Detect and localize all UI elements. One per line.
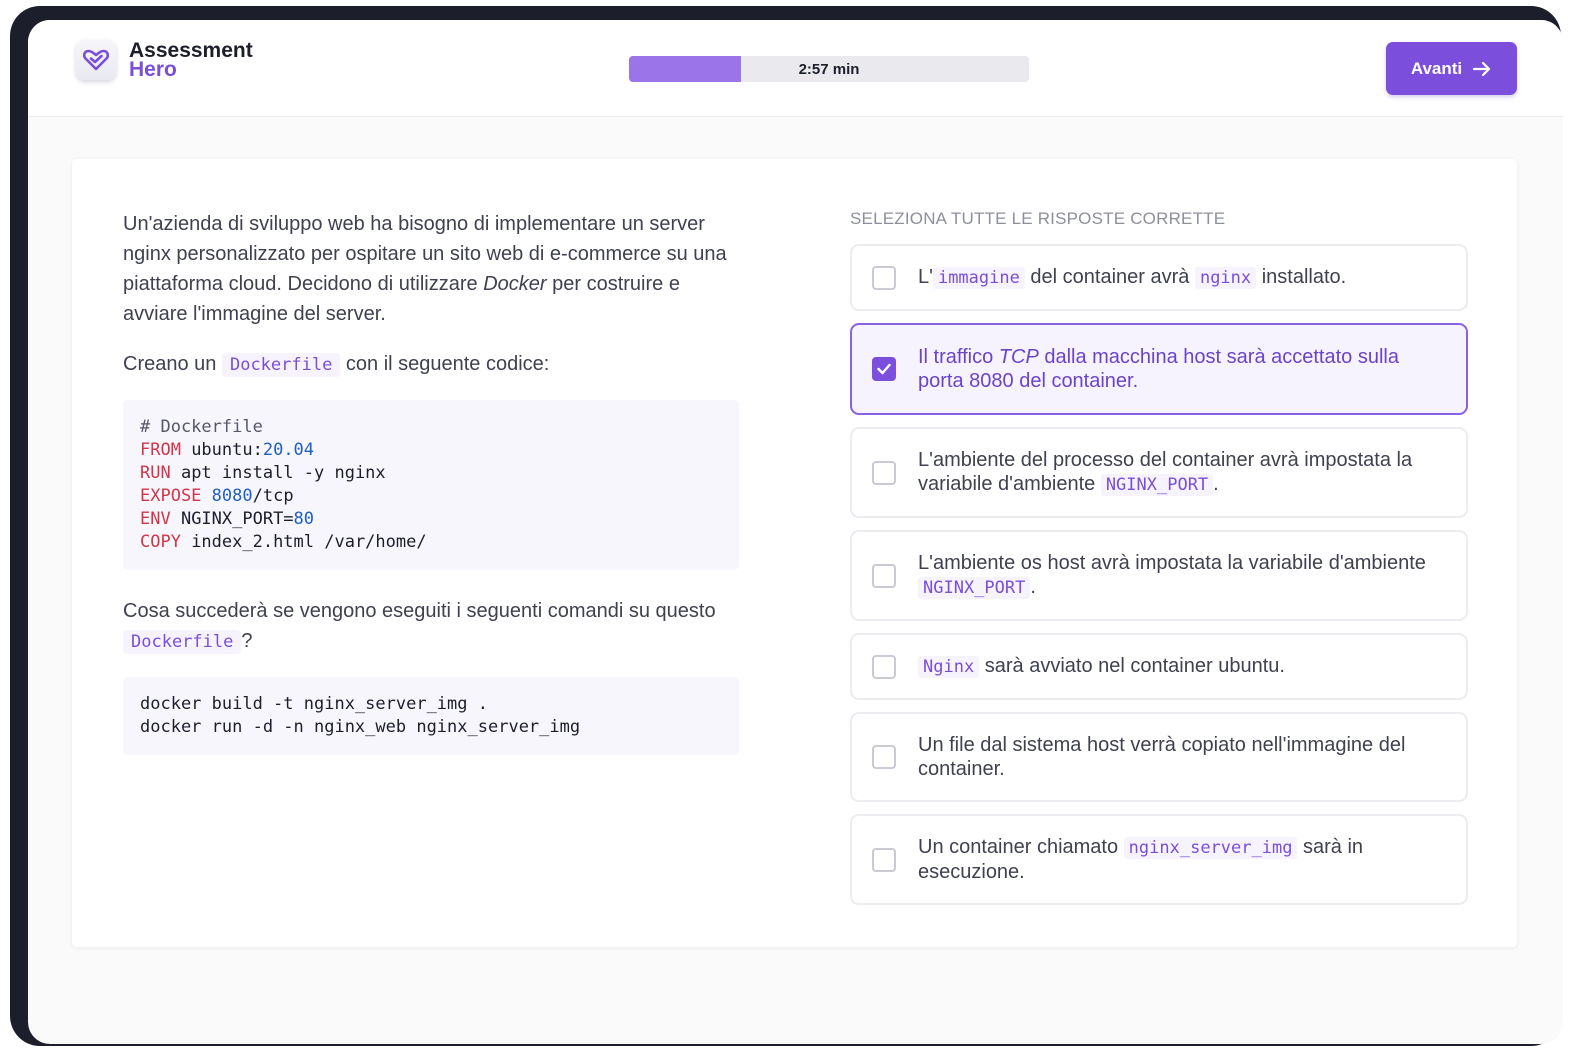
answer-option[interactable]: Un container chiamato nginx_server_img s…: [850, 814, 1468, 905]
question-panel: Un'azienda di sviluppo web ha bisogno di…: [123, 209, 743, 781]
code-keyword: EXPOSE: [140, 486, 202, 506]
answer-option-selected[interactable]: Il traffico TCP dalla macchina host sarà…: [850, 323, 1468, 415]
inline-code-dockerfile: Dockerfile: [123, 630, 242, 654]
answer-option[interactable]: L' immagine del container avrà nginx inst…: [850, 244, 1468, 311]
brand-logo: Assessment Hero: [76, 40, 253, 80]
answer-option[interactable]: L'ambiente del processo del container av…: [850, 427, 1468, 518]
inline-code: NGINX_PORT: [918, 577, 1031, 599]
command-line: docker run -d -n nginx_web nginx_server_…: [140, 717, 581, 737]
text: L': [918, 266, 933, 288]
code-keyword: ENV: [140, 509, 171, 529]
answer-text: Un file dal sistema host verrà copiato n…: [918, 733, 1446, 781]
brand-name-line2: Hero: [129, 58, 177, 81]
intro-docker-em: Docker: [483, 273, 547, 295]
code-number: 8080: [201, 486, 253, 506]
dockerfile-code-block: # Dockerfile FROM ubuntu:20.04 RUN apt i…: [123, 400, 739, 570]
app-screen: Assessment Hero 2:57 min Avanti Un'azien…: [28, 20, 1563, 1044]
answer-option[interactable]: Nginx sarà avviato nel container ubuntu.: [850, 633, 1468, 700]
answer-option[interactable]: Un file dal sistema host verrà copiato n…: [850, 712, 1468, 802]
text: .: [1030, 576, 1036, 598]
answers-instruction: SELEZIONA TUTTE LE RISPOSTE CORRETTE: [850, 209, 1226, 228]
code-text: NGINX_PORT=: [170, 509, 294, 529]
answer-checkbox-checked[interactable]: [872, 357, 896, 381]
next-button[interactable]: Avanti: [1386, 42, 1517, 95]
arrow-right-icon: [1473, 61, 1491, 76]
question-prompt: Cosa succederà se vengono eseguiti i seg…: [123, 596, 743, 657]
answer-text: L'ambiente os host avrà impostata la var…: [918, 551, 1446, 600]
answer-text: L' immagine del container avrà nginx inst…: [918, 265, 1346, 290]
answer-checkbox[interactable]: [872, 745, 896, 769]
line2-text: Creano un: [123, 353, 217, 375]
em-text: TCP: [998, 346, 1039, 368]
inline-code-dockerfile: Dockerfile: [221, 353, 341, 377]
answer-checkbox[interactable]: [872, 265, 896, 290]
code-comment: # Dockerfile: [140, 417, 263, 437]
text: del container avrà: [1024, 266, 1195, 288]
text: Un file dal sistema host verrà copiato n…: [918, 734, 1406, 780]
code-keyword: FROM: [140, 440, 181, 460]
code-keyword: COPY: [140, 532, 181, 552]
inline-code: Nginx: [918, 656, 980, 678]
commands-code-block: docker build -t nginx_server_img . docke…: [123, 677, 739, 755]
command-line: docker build -t nginx_server_img .: [140, 694, 488, 714]
answer-text: Nginx sarà avviato nel container ubuntu.: [918, 654, 1285, 679]
question-line-2: Creano un Dockerfile con il seguente cod…: [123, 349, 743, 380]
code-text: ubuntu:: [180, 440, 263, 460]
text: Un container chiamato: [918, 836, 1124, 858]
inline-code: nginx_server_img: [1123, 837, 1298, 859]
answer-option[interactable]: L'ambiente os host avrà impostata la var…: [850, 530, 1468, 621]
prompt-text: Cosa succederà se vengono eseguiti i seg…: [123, 600, 716, 622]
code-number: 80: [293, 509, 315, 529]
timer-progress-bar: 2:57 min: [629, 56, 1029, 82]
text: L'ambiente os host avrà impostata la var…: [918, 552, 1426, 574]
inline-code: nginx: [1194, 267, 1257, 289]
prompt-text-end: ?: [241, 630, 253, 652]
text: Il traffico: [918, 346, 999, 368]
heart-check-logo-icon: [76, 40, 116, 80]
code-text: index_2.html /var/home/: [180, 532, 427, 552]
check-icon: [877, 363, 891, 375]
next-button-label: Avanti: [1410, 58, 1463, 78]
answer-checkbox[interactable]: [872, 460, 896, 485]
question-card: Un'azienda di sviluppo web ha bisogno di…: [72, 159, 1517, 947]
line2-text-end: con il seguente codice:: [345, 353, 550, 375]
code-text: /tcp: [252, 486, 294, 506]
device-frame: Assessment Hero 2:57 min Avanti Un'azien…: [10, 6, 1563, 1046]
answer-checkbox[interactable]: [872, 563, 896, 588]
answers-panel: SELEZIONA TUTTE LE RISPOSTE CORRETTE L' i…: [850, 209, 1468, 917]
timer-label: 2:57 min: [798, 60, 860, 78]
question-intro: Un'azienda di sviluppo web ha bisogno di…: [123, 209, 743, 329]
answer-text: Un container chiamato nginx_server_img s…: [918, 835, 1446, 884]
code-number: 20.04: [262, 440, 315, 460]
inline-code: NGINX_PORT: [1100, 474, 1214, 496]
text: installato.: [1256, 266, 1347, 288]
inline-code: immagine: [932, 267, 1025, 289]
answer-checkbox[interactable]: [872, 654, 896, 679]
top-bar: Assessment Hero 2:57 min Avanti: [28, 20, 1563, 117]
answer-checkbox[interactable]: [872, 847, 896, 872]
text: sarà avviato nel container ubuntu.: [979, 655, 1285, 677]
code-text: apt install -y nginx: [170, 463, 386, 483]
answer-text: L'ambiente del processo del container av…: [918, 448, 1446, 497]
text: .: [1213, 473, 1219, 495]
answer-text: Il traffico TCP dalla macchina host sarà…: [918, 345, 1446, 393]
code-keyword: RUN: [140, 463, 171, 483]
